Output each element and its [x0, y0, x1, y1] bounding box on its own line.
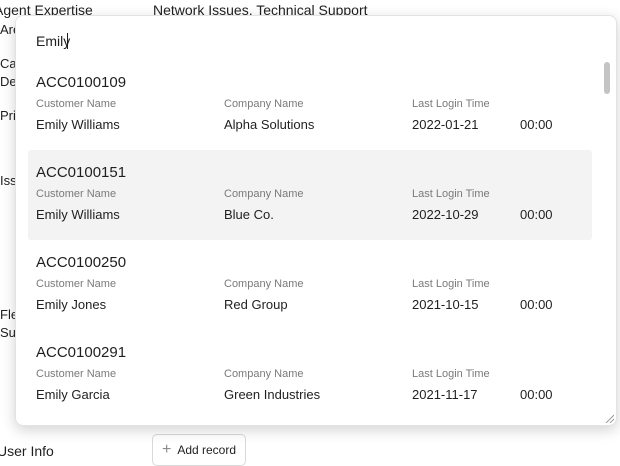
customer-name-label: Customer Name — [36, 278, 117, 290]
results-list: ACC0100109 Customer Name Emily Williams C… — [28, 60, 592, 420]
customer-name-value: Emily Garcia — [36, 387, 110, 402]
customer-name-value: Emily Jones — [36, 297, 107, 312]
clipped-label-flex: Flex — [0, 307, 16, 322]
plus-icon: + — [161, 441, 172, 458]
customer-name-label: Customer Name — [36, 98, 117, 110]
company-name-label: Company Name — [224, 368, 304, 380]
customer-name-label: Customer Name — [36, 368, 117, 380]
last-login-time: 00:00 — [520, 117, 553, 132]
last-login-label: Last Login Time — [412, 368, 490, 380]
account-id: ACC0100250 — [36, 254, 127, 271]
result-item-1[interactable]: ACC0100109 Customer Name Emily Williams C… — [28, 60, 592, 150]
result-item-2[interactable]: ACC0100151 Customer Name Emily Williams C… — [28, 150, 592, 240]
last-login-time: 00:00 — [520, 387, 553, 402]
last-login-time: 00:00 — [520, 297, 553, 312]
text-caret — [67, 33, 68, 49]
clipped-label-priority: Pri — [0, 108, 16, 123]
customer-name-value: Emily Williams — [36, 117, 120, 132]
company-name-value: Alpha Solutions — [224, 117, 315, 132]
last-login-label: Last Login Time — [412, 188, 490, 200]
result-item-3[interactable]: ACC0100250 Customer Name Emily Jones Comp… — [28, 240, 592, 330]
last-login-date: 2021-10-15 — [412, 297, 479, 312]
scrollbar-thumb[interactable] — [604, 62, 610, 94]
add-record-button[interactable]: + Add record — [152, 434, 246, 466]
company-name-label: Company Name — [224, 98, 304, 110]
company-name-label: Company Name — [224, 188, 304, 200]
last-login-label: Last Login Time — [412, 98, 490, 110]
last-login-date: 2022-01-21 — [412, 117, 479, 132]
last-login-date: 2021-11-17 — [412, 387, 478, 402]
clipped-label-issue: Issu — [0, 173, 16, 188]
result-item-4[interactable]: ACC0100291 Customer Name Emily Garcia Com… — [28, 330, 592, 420]
clipped-label-area: Are — [0, 22, 16, 37]
company-name-value: Blue Co. — [224, 207, 274, 222]
company-name-value: Green Industries — [224, 387, 321, 402]
account-id: ACC0100109 — [36, 74, 127, 91]
search-input[interactable] — [28, 26, 588, 56]
last-login-date: 2022-10-29 — [412, 207, 479, 222]
customer-name-label: Customer Name — [36, 188, 117, 200]
company-name-value: Red Group — [224, 297, 288, 312]
clipped-label-suggestion: Sug — [0, 325, 16, 340]
resize-handle-icon[interactable] — [604, 413, 614, 423]
account-id: ACC0100291 — [36, 344, 127, 361]
clipped-label-category: Cat — [0, 56, 16, 71]
add-record-label: Add record — [177, 443, 237, 457]
account-id: ACC0100151 — [36, 164, 127, 181]
last-login-time: 00:00 — [520, 207, 553, 222]
customer-name-value: Emily Williams — [36, 207, 120, 222]
clipped-label-description: Des — [0, 74, 16, 89]
last-login-label: Last Login Time — [412, 278, 490, 290]
user-info-label: User Info — [0, 443, 54, 459]
company-name-label: Company Name — [224, 278, 304, 290]
search-popup: ACC0100109 Customer Name Emily Williams C… — [15, 15, 617, 426]
